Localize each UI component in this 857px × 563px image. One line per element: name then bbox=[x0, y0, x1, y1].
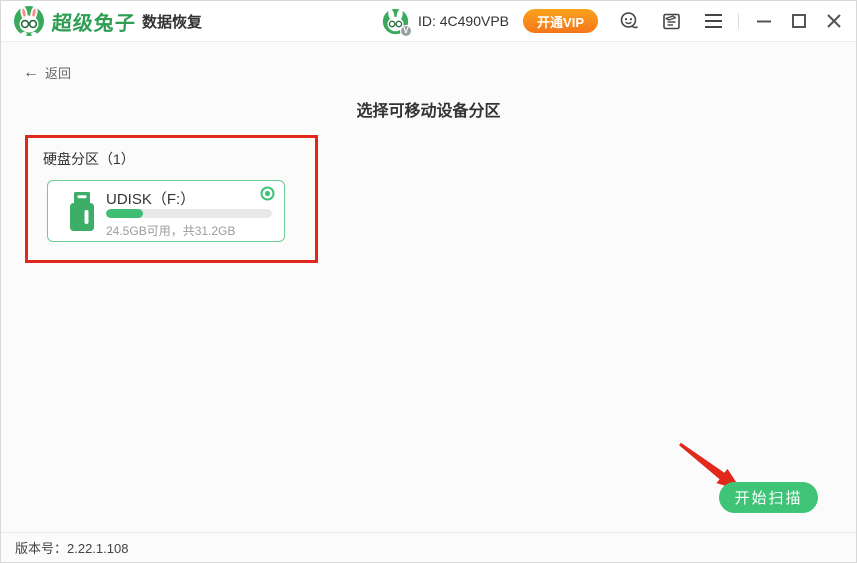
user-id: ID: 4C490VPB bbox=[418, 13, 509, 29]
device-usage-text: 24.5GB可用，共31.2GB bbox=[106, 222, 235, 239]
menu-icon[interactable] bbox=[702, 10, 724, 32]
app-brand: 超级兔子 数据恢复 bbox=[13, 5, 202, 37]
user-avatar-icon[interactable]: V bbox=[382, 8, 409, 35]
radio-selected-icon[interactable] bbox=[260, 186, 275, 201]
open-vip-button[interactable]: 开通VIP bbox=[523, 9, 598, 33]
partition-group-label: 硬盘分区（1） bbox=[43, 149, 135, 169]
rabbit-logo-icon bbox=[13, 5, 45, 37]
title-bar: 超级兔子 数据恢复 V ID: 4C490VPB 开通VIP bbox=[1, 1, 856, 42]
product-name: 数据恢复 bbox=[142, 11, 202, 32]
minimize-icon[interactable] bbox=[754, 11, 774, 31]
capacity-bar bbox=[106, 209, 272, 218]
device-card-udisk[interactable]: UDISK（F:） 24.5GB可用，共31.2GB bbox=[47, 180, 285, 242]
status-bar: 版本号：2.22.1.108 bbox=[1, 532, 856, 562]
toolbar-divider bbox=[738, 13, 739, 29]
capacity-bar-fill bbox=[106, 209, 143, 218]
maximize-icon[interactable] bbox=[789, 11, 809, 31]
version-label: 版本号：2.22.1.108 bbox=[15, 538, 128, 557]
customer-service-icon[interactable] bbox=[618, 10, 640, 32]
page-title: 选择可移动设备分区 bbox=[1, 97, 856, 121]
usb-drive-icon bbox=[64, 190, 100, 234]
device-name: UDISK（F:） bbox=[106, 188, 195, 209]
feedback-icon[interactable] bbox=[660, 10, 682, 32]
brand-name: 超级兔子 bbox=[51, 7, 137, 36]
back-label: 返回 bbox=[45, 63, 71, 82]
start-scan-button[interactable]: 开始扫描 bbox=[719, 482, 818, 513]
back-arrow-icon: ← bbox=[23, 65, 39, 81]
back-button[interactable]: ← 返回 bbox=[23, 63, 71, 82]
vip-badge: V bbox=[400, 25, 412, 37]
close-icon[interactable] bbox=[824, 11, 844, 31]
